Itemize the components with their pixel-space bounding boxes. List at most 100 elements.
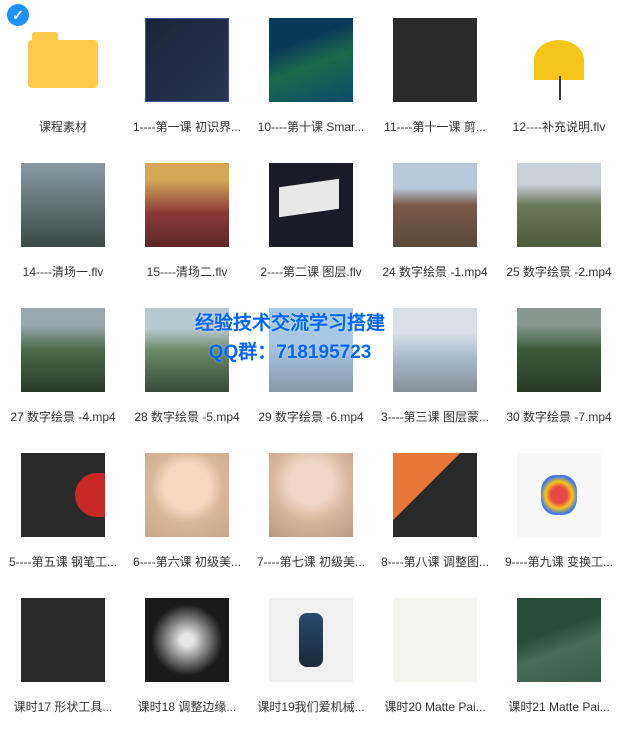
thumbnail	[13, 300, 113, 400]
file-item[interactable]: 课时17 形状工具...	[8, 590, 118, 715]
video-thumbnail	[21, 453, 105, 537]
file-label: 3----第三课 图层蒙...	[381, 408, 489, 425]
file-label: 5----第五课 钢笔工...	[9, 553, 117, 570]
thumbnail	[385, 155, 485, 255]
video-thumbnail	[393, 308, 477, 392]
video-thumbnail	[517, 18, 601, 102]
thumbnail	[261, 10, 361, 110]
thumbnail	[385, 590, 485, 690]
video-thumbnail	[269, 453, 353, 537]
file-item[interactable]: 8----第八课 调整图...	[380, 445, 490, 570]
file-item[interactable]: 6----第六课 初级美...	[132, 445, 242, 570]
file-item[interactable]: 9----第九课 变换工...	[504, 445, 614, 570]
thumbnail	[509, 445, 609, 545]
video-thumbnail	[145, 453, 229, 537]
video-thumbnail	[269, 308, 353, 392]
video-thumbnail	[517, 308, 601, 392]
file-label: 14----清场一.flv	[23, 263, 104, 280]
file-item[interactable]: 7----第七课 初级美...	[256, 445, 366, 570]
file-label: 课时18 调整边缘...	[138, 698, 237, 715]
folder-item[interactable]: ✓ 课程素材	[8, 10, 118, 135]
thumbnail	[385, 300, 485, 400]
thumbnail	[261, 590, 361, 690]
file-label: 课时19我们爱机械...	[257, 698, 364, 715]
file-label: 29 数字绘景 -6.mp4	[258, 408, 363, 425]
file-item[interactable]: 25 数字绘景 -2.mp4	[504, 155, 614, 280]
thumbnail	[509, 10, 609, 110]
video-thumbnail	[145, 308, 229, 392]
file-label: 9----第九课 变换工...	[505, 553, 613, 570]
file-item[interactable]: 课时20 Matte Pai...	[380, 590, 490, 715]
file-item[interactable]: 课时19我们爱机械...	[256, 590, 366, 715]
file-item[interactable]: 11----第十一课 剪...	[380, 10, 490, 135]
video-thumbnail	[269, 598, 353, 682]
file-label: 课时20 Matte Pai...	[384, 698, 485, 715]
file-item[interactable]: 5----第五课 钢笔工...	[8, 445, 118, 570]
thumbnail	[137, 445, 237, 545]
file-label: 1----第一课 初识界...	[133, 118, 241, 135]
file-label: 课程素材	[39, 118, 87, 135]
thumbnail	[137, 155, 237, 255]
video-thumbnail	[269, 163, 353, 247]
video-thumbnail	[517, 598, 601, 682]
file-item[interactable]: 课时18 调整边缘...	[132, 590, 242, 715]
file-label: 课时21 Matte Pai...	[508, 698, 609, 715]
file-label: 7----第七课 初级美...	[257, 553, 365, 570]
file-item[interactable]: 3----第三课 图层蒙...	[380, 300, 490, 425]
thumbnail	[509, 590, 609, 690]
selected-check-icon: ✓	[7, 4, 29, 26]
file-label: 课时17 形状工具...	[14, 698, 113, 715]
video-thumbnail	[21, 308, 105, 392]
thumbnail	[13, 445, 113, 545]
file-label: 15----清场二.flv	[147, 263, 228, 280]
file-item[interactable]: 2----第二课 图层.flv	[256, 155, 366, 280]
file-label: 28 数字绘景 -5.mp4	[134, 408, 239, 425]
file-item[interactable]: 14----清场一.flv	[8, 155, 118, 280]
thumbnail	[137, 300, 237, 400]
file-item[interactable]: 24 数字绘景 -1.mp4	[380, 155, 490, 280]
file-label: 12----补充说明.flv	[513, 118, 606, 135]
file-label: 10----第十课 Smar...	[258, 118, 365, 135]
video-thumbnail	[393, 163, 477, 247]
video-thumbnail	[145, 163, 229, 247]
thumbnail	[13, 155, 113, 255]
file-label: 25 数字绘景 -2.mp4	[506, 263, 611, 280]
thumbnail	[385, 445, 485, 545]
file-label: 8----第八课 调整图...	[381, 553, 489, 570]
file-label: 30 数字绘景 -7.mp4	[506, 408, 611, 425]
video-thumbnail	[393, 598, 477, 682]
video-thumbnail	[21, 598, 105, 682]
video-thumbnail	[393, 453, 477, 537]
file-item[interactable]: 10----第十课 Smar...	[256, 10, 366, 135]
thumbnail	[261, 155, 361, 255]
file-item[interactable]: 27 数字绘景 -4.mp4	[8, 300, 118, 425]
file-label: 6----第六课 初级美...	[133, 553, 241, 570]
video-thumbnail	[393, 18, 477, 102]
video-thumbnail	[517, 453, 601, 537]
file-label: 27 数字绘景 -4.mp4	[10, 408, 115, 425]
video-thumbnail	[269, 18, 353, 102]
file-label: 2----第二课 图层.flv	[260, 263, 361, 280]
video-thumbnail	[517, 163, 601, 247]
thumbnail	[137, 10, 237, 110]
file-item[interactable]: 30 数字绘景 -7.mp4	[504, 300, 614, 425]
file-item[interactable]: 12----补充说明.flv	[504, 10, 614, 135]
video-thumbnail	[145, 598, 229, 682]
thumbnail	[261, 445, 361, 545]
video-thumbnail	[145, 18, 229, 102]
thumbnail	[509, 155, 609, 255]
thumbnail	[509, 300, 609, 400]
file-item[interactable]: 15----清场二.flv	[132, 155, 242, 280]
thumbnail: ✓	[13, 10, 113, 110]
file-item[interactable]: 课时21 Matte Pai...	[504, 590, 614, 715]
file-item[interactable]: 1----第一课 初识界...	[132, 10, 242, 135]
file-label: 24 数字绘景 -1.mp4	[382, 263, 487, 280]
thumbnail	[261, 300, 361, 400]
thumbnail	[13, 590, 113, 690]
file-item[interactable]: 28 数字绘景 -5.mp4	[132, 300, 242, 425]
file-item[interactable]: 29 数字绘景 -6.mp4	[256, 300, 366, 425]
thumbnail	[137, 590, 237, 690]
video-thumbnail	[21, 163, 105, 247]
thumbnail	[385, 10, 485, 110]
file-grid: ✓ 课程素材 1----第一课 初识界... 10----第十课 Smar... 11-…	[0, 0, 622, 733]
